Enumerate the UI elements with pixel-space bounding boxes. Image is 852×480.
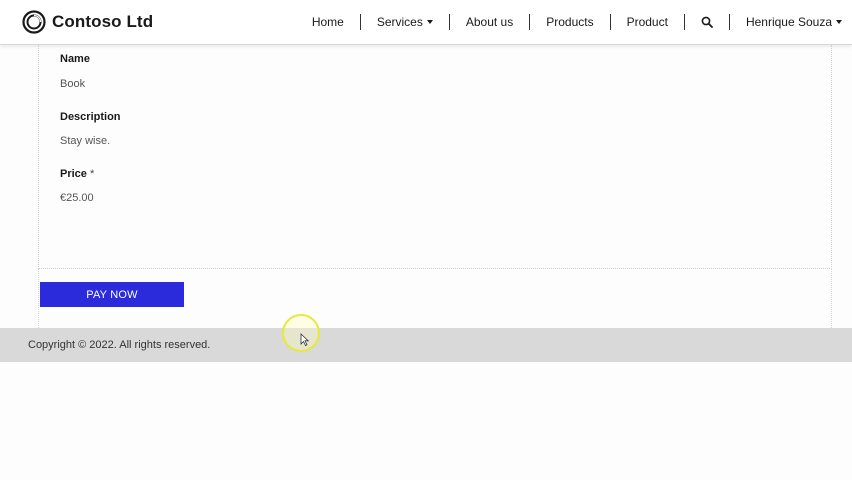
brand-link[interactable]: Contoso Ltd: [22, 9, 153, 35]
user-menu-dropdown[interactable]: Henrique Souza: [730, 14, 844, 30]
main-nav: Home Services About us Products Product: [296, 0, 844, 44]
nav-product-label: Product: [626, 15, 668, 29]
nav-services-label: Services: [376, 15, 423, 29]
footer: Copyright © 2022. All rights reserved.: [0, 328, 852, 362]
brand-name: Contoso Ltd: [52, 12, 154, 31]
name-value: Book: [60, 78, 86, 90]
form-actions: PAY NOW: [38, 268, 832, 328]
description-value: Stay wise.: [60, 135, 111, 147]
description-label: Description: [60, 111, 121, 123]
name-label: Name: [60, 53, 90, 65]
page: Contoso Ltd Home Services About us Produ…: [0, 0, 852, 480]
nav-home[interactable]: Home: [296, 14, 361, 30]
search-icon: [701, 16, 713, 28]
footer-copyright: Copyright © 2022. All rights reserved.: [28, 339, 211, 351]
price-label-row: Price *: [60, 168, 94, 180]
navbar: Contoso Ltd Home Services About us Produ…: [0, 0, 852, 45]
required-marker: *: [89, 168, 95, 180]
nav-about-us[interactable]: About us: [450, 14, 531, 30]
nav-products[interactable]: Products: [530, 14, 611, 30]
caret-down-icon: [426, 20, 433, 24]
nav-services-dropdown[interactable]: Services: [361, 14, 450, 30]
payment-form: Name Book Description Stay wise. Price *…: [38, 45, 832, 269]
pay-now-button[interactable]: PAY NOW: [40, 282, 184, 307]
mouse-pointer-icon: [300, 333, 309, 346]
nav-product[interactable]: Product: [611, 14, 685, 30]
price-label: Price: [60, 168, 87, 180]
nav-products-label: Products: [546, 15, 594, 29]
nav-home-label: Home: [311, 15, 344, 29]
ring-logo-icon: [22, 10, 46, 34]
price-value: €25.00: [60, 192, 94, 204]
search-button[interactable]: [685, 14, 730, 30]
caret-down-icon: [836, 20, 842, 24]
nav-about-us-label: About us: [465, 15, 514, 29]
user-name: Henrique Souza: [745, 15, 832, 29]
